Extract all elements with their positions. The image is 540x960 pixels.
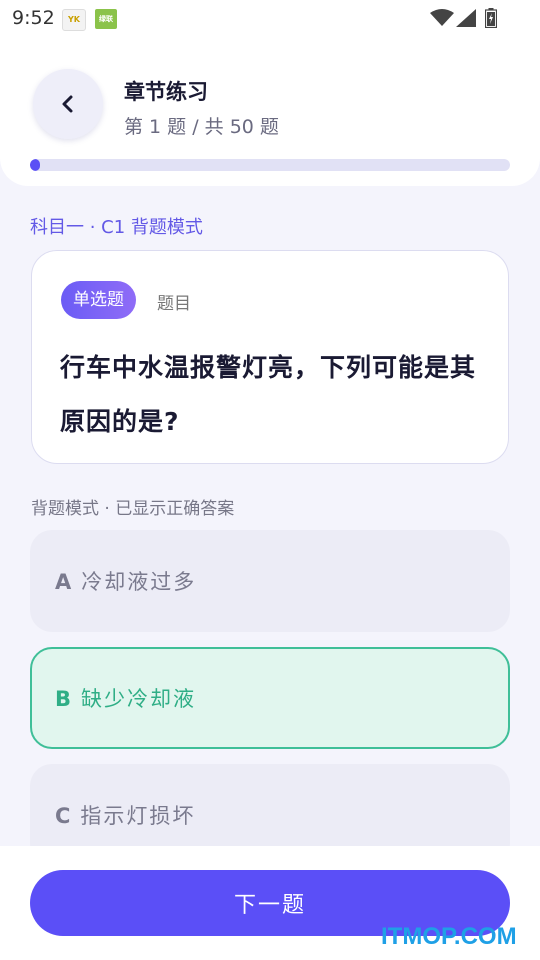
option-label: 指示灯损坏: [80, 804, 196, 828]
chevron-left-icon: [62, 95, 73, 113]
progress-bar: [30, 159, 510, 171]
mode-label: 科目一 · C1 背题模式: [30, 217, 203, 238]
option-letter: A: [55, 570, 74, 594]
mode-hint: 背题模式 · 已显示正确答案: [31, 499, 235, 519]
app-notification-icon: YK: [62, 9, 86, 31]
signal-icon: [456, 9, 476, 27]
option-a[interactable]: A 冷却液过多: [30, 530, 510, 632]
question-counter: 第 1 题 / 共 50 题: [124, 116, 279, 138]
option-label: 缺少冷却液: [81, 687, 197, 711]
app-notification-icon-2: 绿联: [95, 9, 117, 29]
status-bar: 9:52 YK 绿联: [0, 0, 540, 36]
option-letter: C: [55, 804, 73, 828]
page-title: 章节练习: [124, 80, 208, 104]
battery-icon: [485, 8, 497, 28]
watermark: ITMOP.COM: [381, 923, 517, 950]
question-type-badge: 单选题: [61, 281, 136, 319]
question-type-caption: 题目: [157, 294, 191, 314]
question-card: 单选题 题目 行车中水温报警灯亮，下列可能是其原因的是?: [31, 250, 509, 464]
header-card: 章节练习 第 1 题 / 共 50 题: [0, 36, 540, 186]
option-b-correct[interactable]: B 缺少冷却液: [30, 647, 510, 749]
wifi-icon: [430, 9, 454, 26]
back-button[interactable]: [33, 69, 103, 139]
option-letter: B: [55, 687, 74, 711]
status-time: 9:52: [12, 7, 55, 29]
question-text: 行车中水温报警灯亮，下列可能是其原因的是?: [60, 353, 477, 436]
option-label: 冷却液过多: [81, 570, 197, 594]
progress-fill: [30, 159, 40, 171]
